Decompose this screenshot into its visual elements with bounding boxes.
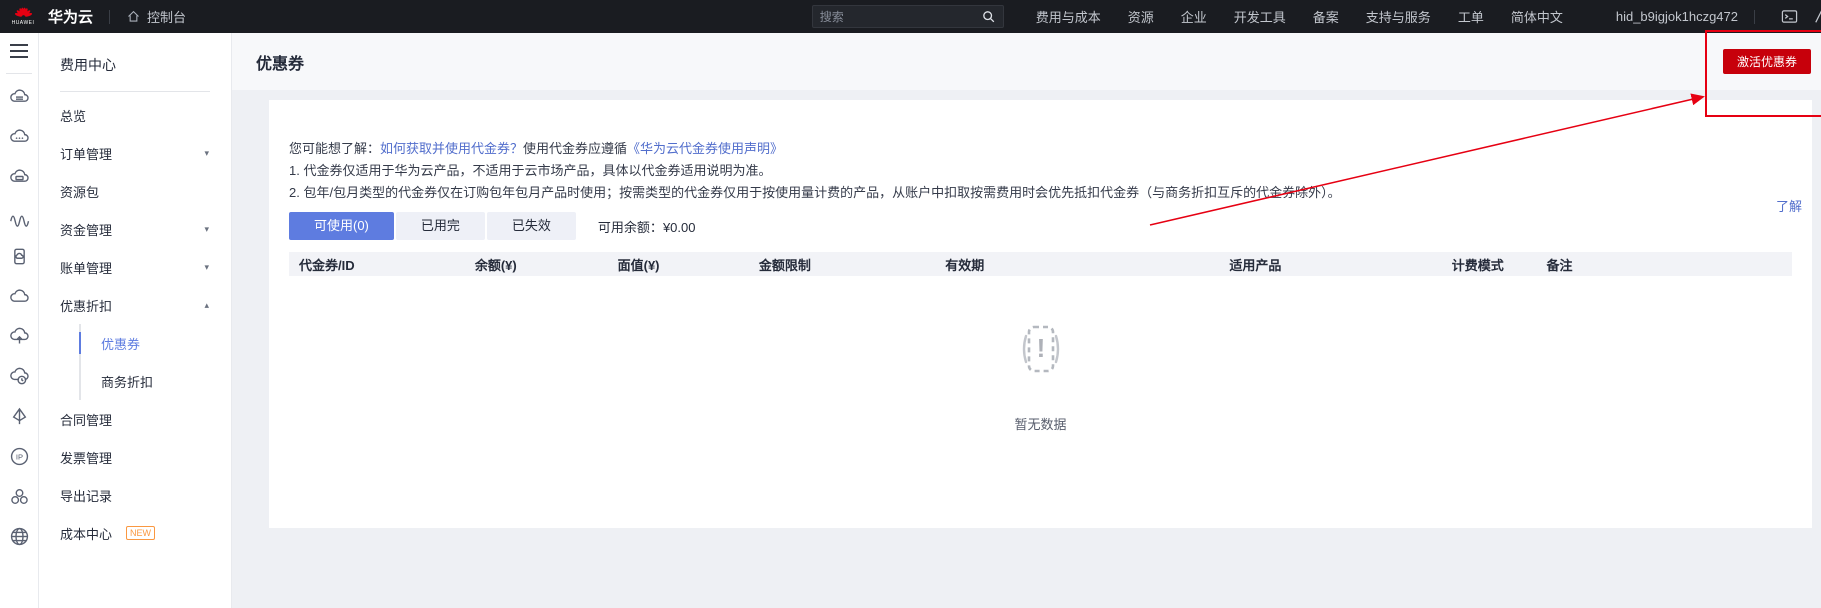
menu-icon[interactable] — [9, 43, 29, 64]
notice-mid: 使用代金券应遵循 — [523, 141, 628, 156]
cli-console-icon[interactable] — [1781, 8, 1798, 25]
chevron-down-icon: ▾ — [204, 147, 209, 158]
chevron-down-icon: ▾ — [204, 261, 209, 272]
col-remarks: 备注 — [1536, 252, 1792, 276]
sidebar: 费用中心 总览 订单管理 ▾ 资源包 资金管理 ▾ 账单管理 ▾ 优惠折扣 ▴ … — [39, 33, 232, 608]
notice-line-1: 您可能想了解：如何获取并使用代金券？使用代金券应遵循《华为云代金券使用声明》 — [289, 138, 1792, 160]
global-search — [811, 5, 1004, 28]
sidebar-item-order-management[interactable]: 订单管理 ▾ — [39, 134, 231, 172]
nav-language[interactable]: 简体中文 — [1511, 7, 1563, 26]
available-balance: 可用余额：¥0.00 — [597, 219, 696, 235]
user-group-icon[interactable] — [0, 476, 38, 516]
huawei-flower-icon — [14, 7, 32, 17]
page-header: 优惠券 激活优惠券 — [232, 33, 1821, 90]
console-link[interactable]: 控制台 — [126, 7, 186, 26]
topbar-divider — [109, 9, 111, 24]
learn-more-link[interactable]: 了解 — [1776, 196, 1802, 215]
content-area: 您可能想了解：如何获取并使用代金券？使用代金券应遵循《华为云代金券使用声明》 1… — [232, 90, 1821, 608]
empty-state: ! 暂无数据 — [289, 276, 1792, 433]
sidebar-item-cost-center[interactable]: 成本中心 NEW — [39, 514, 231, 552]
tab-used-up[interactable]: 已用完 — [395, 212, 485, 240]
page-title: 优惠券 — [256, 55, 305, 73]
huawei-cloud-console: HUAWEI 华为云 控制台 费用与成本 资源 企业 开发工具 备案 支持与服务… — [0, 0, 1821, 608]
cloud-card-icon[interactable] — [0, 156, 38, 196]
topbar-right: hid_b9igjok1hczg472 — [1589, 8, 1821, 25]
topbar: HUAWEI 华为云 控制台 费用与成本 资源 企业 开发工具 备案 支持与服务… — [0, 0, 1821, 33]
topbar-nav: 费用与成本 资源 企业 开发工具 备案 支持与服务 工单 简体中文 — [1036, 7, 1563, 26]
activate-coupon-button[interactable]: 激活优惠券 — [1722, 49, 1811, 74]
home-icon — [128, 10, 139, 22]
nav-devtools[interactable]: 开发工具 — [1234, 7, 1286, 26]
search-icon[interactable] — [981, 9, 996, 24]
chevron-down-icon: ▾ — [204, 223, 209, 234]
chevron-up-icon: ▴ — [204, 299, 209, 310]
nav-enterprise[interactable]: 企业 — [1181, 7, 1207, 26]
sidebar-item-invoice-management[interactable]: 发票管理 — [39, 438, 231, 476]
table-header-row: 代金券/ID 余额(¥) 面值(¥) 金额限制 有效期 适用产品 计费模式 备注 — [289, 252, 1792, 276]
col-billing-mode: 计费模式 — [1441, 252, 1537, 276]
sidebar-item-funds-management[interactable]: 资金管理 ▾ — [39, 210, 231, 248]
sidebar-title: 费用中心 — [60, 57, 116, 73]
svg-text:IP: IP — [15, 452, 22, 461]
cloud-clock-icon[interactable] — [0, 356, 38, 396]
service-icon-strip: IP — [0, 33, 39, 608]
tab-available[interactable]: 可使用(0) — [289, 212, 394, 240]
notice-rule-2: 2. 包年/包月类型的代金券仅在订购包年包月产品时使用；按需类型的代金券仅用于按… — [289, 185, 1341, 200]
nav-beian[interactable]: 备案 — [1313, 7, 1339, 26]
cloud-icon[interactable] — [0, 276, 38, 316]
coupon-card: 您可能想了解：如何获取并使用代金券？使用代金券应遵循《华为云代金券使用声明》 1… — [269, 100, 1812, 528]
svg-text:!: ! — [1036, 333, 1045, 363]
cloud-ellipsis-icon[interactable] — [0, 116, 38, 156]
topbar-divider — [1754, 9, 1755, 24]
cut-off-icon[interactable] — [1814, 9, 1821, 25]
sidebar-item-commercial-discount[interactable]: 商务折扣 — [81, 362, 231, 400]
sidebar-item-resource-packages[interactable]: 资源包 — [39, 172, 231, 210]
sidebar-item-overview[interactable]: 总览 — [39, 96, 231, 134]
main-area: 优惠券 激活优惠券 您可能想了解：如何获取并使用代金券？使用代金券应遵循《华为云… — [232, 33, 1821, 608]
coupon-table: 代金券/ID 余额(¥) 面值(¥) 金额限制 有效期 适用产品 计费模式 备注 — [289, 252, 1792, 433]
device-icon[interactable] — [0, 236, 38, 276]
empty-row: ! 暂无数据 — [289, 276, 1792, 433]
how-to-get-coupon-link[interactable]: 如何获取并使用代金券？ — [380, 141, 523, 156]
tab-expired[interactable]: 已失效 — [486, 212, 576, 240]
huawei-wordmark: HUAWEI — [11, 20, 35, 26]
nav-billing-cost[interactable]: 费用与成本 — [1036, 7, 1101, 26]
ip-icon[interactable]: IP — [0, 436, 38, 476]
discounts-submenu: 优惠券 商务折扣 — [79, 324, 231, 400]
col-coupon-id: 代金券/ID — [289, 252, 465, 276]
new-badge: NEW — [126, 526, 156, 540]
notice-rule-1: 1. 代金券仅适用于华为云产品，不适用于云市场产品，具体以代金券适用说明为准。 — [289, 163, 772, 178]
col-validity: 有效期 — [935, 252, 1220, 276]
nav-ticket[interactable]: 工单 — [1458, 7, 1484, 26]
balance-value: ¥0.00 — [662, 219, 696, 235]
balance-icon[interactable] — [0, 396, 38, 436]
sidebar-divider — [60, 91, 210, 92]
nav-support[interactable]: 支持与服务 — [1366, 7, 1431, 26]
nav-resources[interactable]: 资源 — [1128, 7, 1154, 26]
cloud-server-icon[interactable] — [0, 76, 38, 116]
account-name[interactable]: hid_b9igjok1hczg472 — [1616, 9, 1738, 24]
brand-name[interactable]: 华为云 — [48, 6, 93, 27]
sidebar-item-bill-management[interactable]: 账单管理 ▾ — [39, 248, 231, 286]
sidebar-item-coupons[interactable]: 优惠券 — [79, 324, 231, 362]
coupon-tabs: 可使用(0) 已用完 已失效 可用余额：¥0.00 — [289, 212, 1792, 240]
cloud-upload-icon[interactable] — [0, 316, 38, 356]
col-face-value: 面值(¥) — [607, 252, 749, 276]
no-data-icon: ! — [1022, 325, 1059, 373]
waves-icon[interactable] — [0, 196, 38, 236]
col-amount-limit: 金额限制 — [748, 252, 936, 276]
sidebar-item-export-records[interactable]: 导出记录 — [39, 476, 231, 514]
coupon-statement-link[interactable]: 《华为云代金券使用声明》 — [627, 141, 783, 156]
sidebar-item-contract-management[interactable]: 合同管理 — [39, 400, 231, 438]
col-applicable-products: 适用产品 — [1219, 252, 1442, 276]
globe-icon[interactable] — [0, 516, 38, 556]
empty-text: 暂无数据 — [1014, 417, 1067, 432]
sidebar-item-discounts[interactable]: 优惠折扣 ▴ — [39, 286, 231, 324]
col-balance: 余额(¥) — [464, 252, 608, 276]
notice-prefix: 您可能想了解： — [289, 141, 381, 156]
shell: IP 费用中心 总览 订单管理 ▾ 资源包 资金管理 ▾ 账单管理 ▾ 优惠折扣… — [0, 33, 1821, 608]
search-input[interactable] — [819, 9, 981, 24]
strip-divider — [6, 73, 32, 74]
huawei-logo-icon[interactable]: HUAWEI — [6, 7, 40, 26]
